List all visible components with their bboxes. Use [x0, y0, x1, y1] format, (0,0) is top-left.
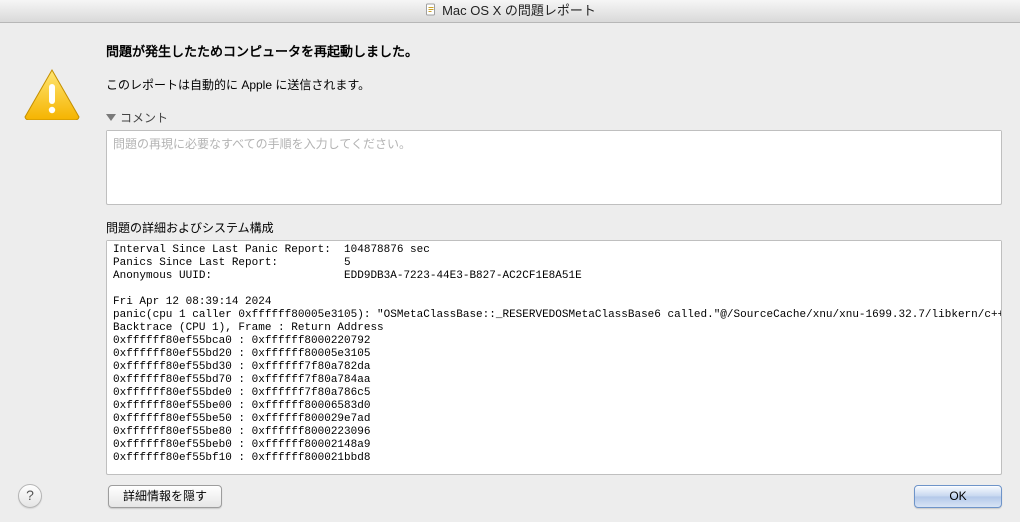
window-title: Mac OS X の問題レポート	[442, 3, 596, 18]
details-section-label: 問題の詳細およびシステム構成	[106, 219, 1002, 236]
subline-text: このレポートは自動的に Apple に送信されます。	[106, 76, 1002, 93]
content-area: 問題が発生したためコンピュータを再起動しました。 このレポートは自動的に App…	[0, 23, 1020, 522]
details-textarea[interactable]	[107, 241, 1001, 471]
document-icon	[424, 2, 438, 24]
comment-disclosure[interactable]: コメント	[106, 109, 1002, 126]
chevron-down-icon	[106, 114, 116, 121]
window-titlebar: Mac OS X の問題レポート	[0, 0, 1020, 23]
comment-box-wrapper	[106, 130, 1002, 205]
headline-text: 問題が発生したためコンピュータを再起動しました。	[106, 41, 1002, 60]
ok-button[interactable]: OK	[914, 485, 1002, 508]
footer: ? 詳細情報を隠す OK	[18, 484, 1002, 508]
comment-input[interactable]	[107, 131, 1001, 201]
help-button[interactable]: ?	[18, 484, 42, 508]
comment-section-label: コメント	[120, 111, 168, 125]
warning-icon	[22, 68, 82, 120]
hide-details-button[interactable]: 詳細情報を隠す	[108, 485, 222, 508]
details-box-wrapper	[106, 240, 1002, 475]
